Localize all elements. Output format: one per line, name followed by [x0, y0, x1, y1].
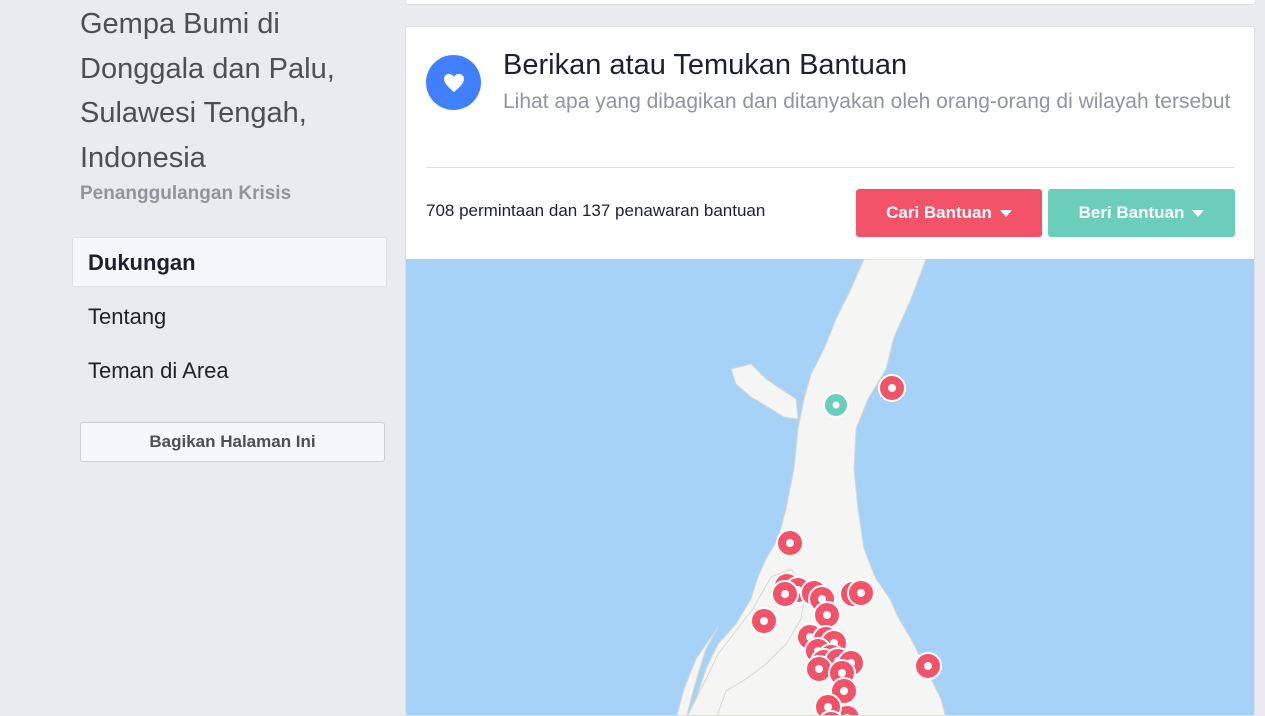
request-marker	[776, 529, 804, 557]
divider	[426, 167, 1234, 168]
offer-marker	[823, 392, 849, 418]
page-title: Gempa Bumi di Donggala dan Palu, Sulawes…	[80, 8, 335, 174]
help-card: Berikan atau Temukan Bantuan Lihat apa y…	[405, 26, 1255, 716]
request-help-label: Cari Bantuan	[886, 203, 992, 222]
request-help-button[interactable]: Cari Bantuan	[856, 189, 1042, 237]
sidebar-nav: Dukungan Tentang Teman di Area	[72, 237, 387, 399]
share-page-button[interactable]: Bagikan Halaman Ini	[80, 422, 385, 462]
request-marker	[813, 601, 841, 629]
caret-down-icon	[1192, 209, 1205, 217]
request-marker	[878, 374, 906, 402]
offer-help-button[interactable]: Beri Bantuan	[1048, 189, 1235, 237]
help-map[interactable]	[406, 259, 1254, 715]
previous-card-edge	[405, 0, 1256, 5]
request-marker	[771, 580, 799, 608]
sidebar-item-dukungan[interactable]: Dukungan	[72, 237, 387, 287]
card-title: Berikan atau Temukan Bantuan	[503, 49, 908, 81]
sidebar-item-teman-di-area[interactable]: Teman di Area	[72, 345, 387, 395]
card-subtitle: Lihat apa yang dibagikan dan ditanyakan …	[503, 90, 1231, 113]
heart-icon	[426, 55, 481, 110]
page-category: Penanggulangan Krisis	[80, 183, 292, 204]
land-island	[730, 363, 799, 420]
request-marker	[750, 607, 778, 635]
offer-help-label: Beri Bantuan	[1078, 203, 1185, 222]
request-marker	[805, 655, 833, 683]
sidebar-item-tentang[interactable]: Tentang	[72, 291, 387, 341]
caret-down-icon	[999, 209, 1012, 217]
request-marker	[847, 579, 875, 607]
help-counts: 708 permintaan dan 137 penawaran bantuan	[426, 201, 766, 220]
map-canvas	[676, 259, 946, 715]
request-marker	[914, 652, 942, 680]
